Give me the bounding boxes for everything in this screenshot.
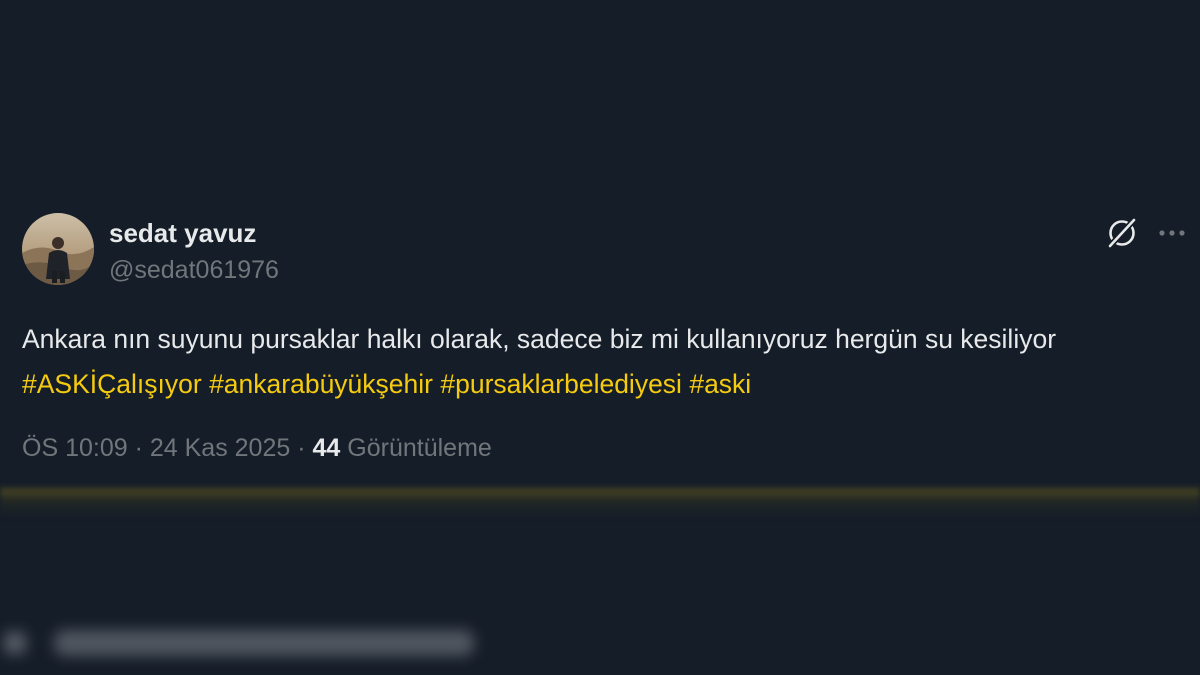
- author-handle[interactable]: @sedat061976: [109, 256, 279, 285]
- meta-separator: ·: [134, 434, 143, 462]
- avatar-image: [22, 213, 94, 285]
- tweet-text: Ankara nın suyunu pursaklar halkı olarak…: [22, 317, 1162, 407]
- hashtag-link[interactable]: #pursaklarbelediyesi: [440, 369, 682, 399]
- tweet-text-body: Ankara nın suyunu pursaklar halkı olarak…: [22, 324, 1057, 354]
- grok-icon[interactable]: [1104, 215, 1140, 251]
- blurred-text: [54, 630, 474, 656]
- tweet-time[interactable]: ÖS 10:09: [22, 434, 128, 462]
- tweet-date[interactable]: 24 Kas 2025: [150, 434, 290, 462]
- views-label[interactable]: Görüntüleme: [347, 434, 492, 462]
- hashtag-link[interactable]: #ASKİÇalışıyor: [22, 369, 202, 399]
- hashtag-link[interactable]: #ankarabüyükşehir: [209, 369, 433, 399]
- tweet-meta: ÖS 10:09 · 24 Kas 2025 · 44 Görüntüleme: [22, 434, 492, 463]
- meta-separator: ·: [297, 434, 306, 462]
- hashtag-link[interactable]: #aski: [689, 369, 751, 399]
- blurred-icon: [4, 632, 26, 654]
- avatar[interactable]: [22, 213, 94, 285]
- blurred-content-row: [0, 618, 480, 668]
- more-icon[interactable]: [1156, 217, 1188, 249]
- blurred-divider: [0, 488, 1200, 518]
- author-name[interactable]: sedat yavuz: [109, 218, 256, 249]
- views-count[interactable]: 44: [313, 434, 341, 462]
